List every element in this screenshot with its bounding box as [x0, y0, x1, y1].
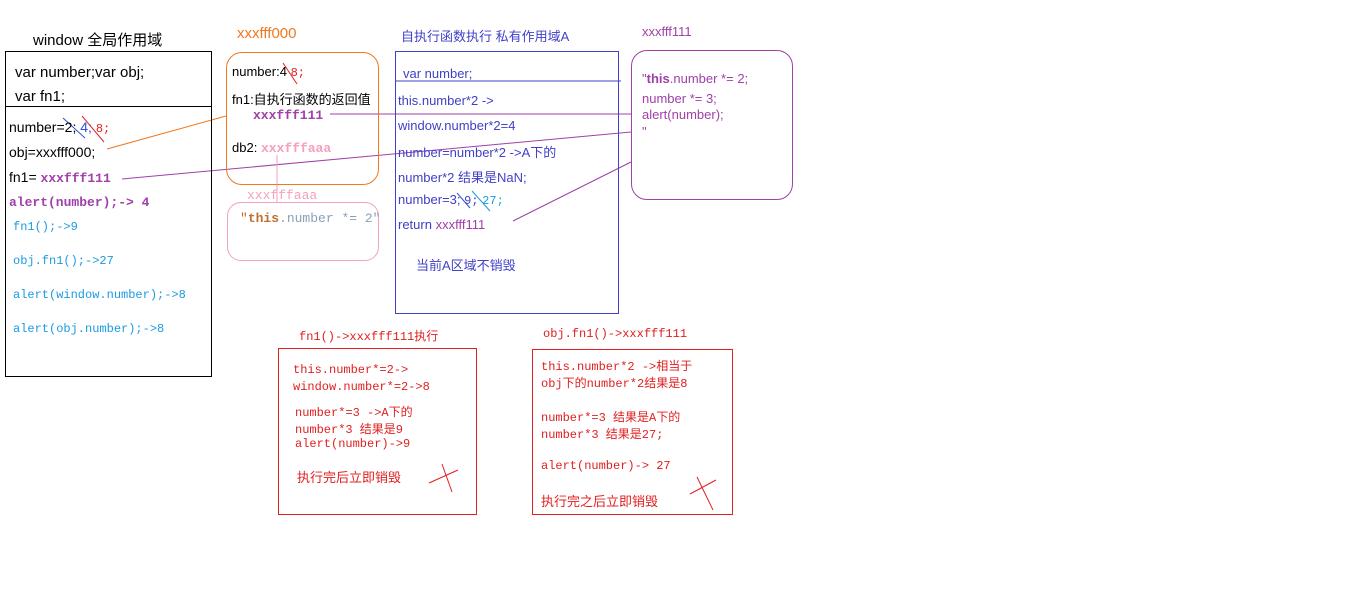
scope-note: 当前A区域不销毁: [416, 258, 516, 273]
obj-heap-title: xxxfff000: [237, 25, 297, 42]
exec-line: obj下的number*2结果是8: [541, 377, 688, 391]
this-keyword: this: [247, 211, 280, 226]
call-line: alert(window.number);->8: [13, 288, 186, 302]
number-label: number:: [232, 64, 280, 79]
exec-line: alert(number)->9: [295, 437, 411, 451]
fn-code-line: number *= 3;: [642, 91, 717, 106]
db2-label: db2:: [232, 140, 258, 155]
scope-line: this.number*2 ->: [398, 93, 494, 108]
code-rest: .number *= 2": [279, 211, 381, 226]
scope-line: number*2 结果是NaN;: [398, 170, 527, 185]
obj-number: number:4 8;: [232, 64, 305, 80]
decl-line: var number;: [403, 66, 473, 81]
alert-line: alert(number);-> 4: [9, 195, 150, 210]
db2-value: xxxfffaaa: [260, 141, 332, 156]
code-rest: .number *= 2;: [669, 71, 749, 86]
exec2-title: obj.fn1()->xxxfff111: [543, 327, 688, 341]
this-keyword: this: [646, 71, 670, 86]
decl-line: var fn1;: [15, 88, 66, 105]
fn-code-line: "this.number *= 2;: [642, 71, 748, 86]
exec-line: number*3 结果是9: [295, 423, 404, 437]
obj-fn1-value: xxxfff111: [253, 108, 324, 123]
obj-fn1-label: fn1:自执行函数的返回值: [232, 92, 371, 107]
return-value: xxxfff111: [435, 217, 486, 232]
exec-note: 执行完后立即销毁: [297, 470, 402, 485]
call-line: alert(obj.number);->8: [13, 322, 165, 336]
number-old-value: 4: [279, 64, 287, 79]
exec-line: number*=3 结果是A下的: [541, 411, 681, 425]
exec-line: window.number*=2->8: [293, 380, 430, 394]
exec-line: this.number*=2->: [293, 363, 409, 377]
number-value: 8;: [95, 122, 111, 136]
exec-line: this.number*2 ->相当于: [541, 360, 693, 374]
exec-line: number*3 结果是27;: [541, 428, 664, 442]
number-label: number=: [398, 192, 450, 207]
number-old-value: 9;: [464, 194, 479, 208]
fn1-label: fn1=: [9, 169, 37, 185]
quote: ": [240, 211, 248, 226]
number-old-value: 4;: [80, 119, 92, 135]
call-line: fn1();->9: [13, 220, 78, 234]
scope-line: window.number*2=4: [398, 118, 516, 133]
call-line: obj.fn1();->27: [13, 254, 114, 268]
fn-code-line: alert(number);: [642, 107, 724, 122]
number-old-value: 2;: [64, 119, 77, 135]
number-old-value: 3;: [449, 192, 461, 207]
window-scope-title: window 全局作用域: [33, 32, 163, 49]
scope-line: number=number*2 ->A下的: [398, 145, 557, 160]
aaa-code: "this.number *= 2": [240, 211, 380, 226]
number-value: 8;: [290, 66, 305, 80]
obj-db2: db2: xxxfffaaa: [232, 140, 331, 156]
decl-line: var number;var obj;: [15, 64, 145, 81]
scope-number: number=3; 9; 27;: [398, 192, 504, 208]
exec1-title: fn1()->xxxfff111执行: [299, 330, 439, 344]
number-label: number=: [9, 119, 65, 135]
return-line: return xxxfff111: [398, 217, 485, 232]
number-value: 27;: [482, 194, 504, 208]
number-assign: number=2; 4; 8;: [9, 119, 110, 136]
fn1-assign: fn1= xxxfff111: [9, 169, 111, 186]
return-label: return: [398, 217, 432, 232]
private-scope-title: 自执行函数执行 私有作用域A: [401, 29, 570, 44]
exec-line: alert(number)-> 27: [541, 459, 671, 473]
fn-code-line: ": [642, 124, 647, 139]
fn1-value: xxxfff111: [40, 171, 111, 186]
exec-line: number*=3 ->A下的: [295, 406, 413, 420]
obj-assign: obj=xxxfff000;: [9, 144, 96, 160]
fn-heap-title: xxxfff111: [642, 24, 692, 39]
aaa-heap-title: xxxfffaaa: [247, 188, 318, 203]
exec-note: 执行完之后立即销毁: [541, 494, 659, 509]
